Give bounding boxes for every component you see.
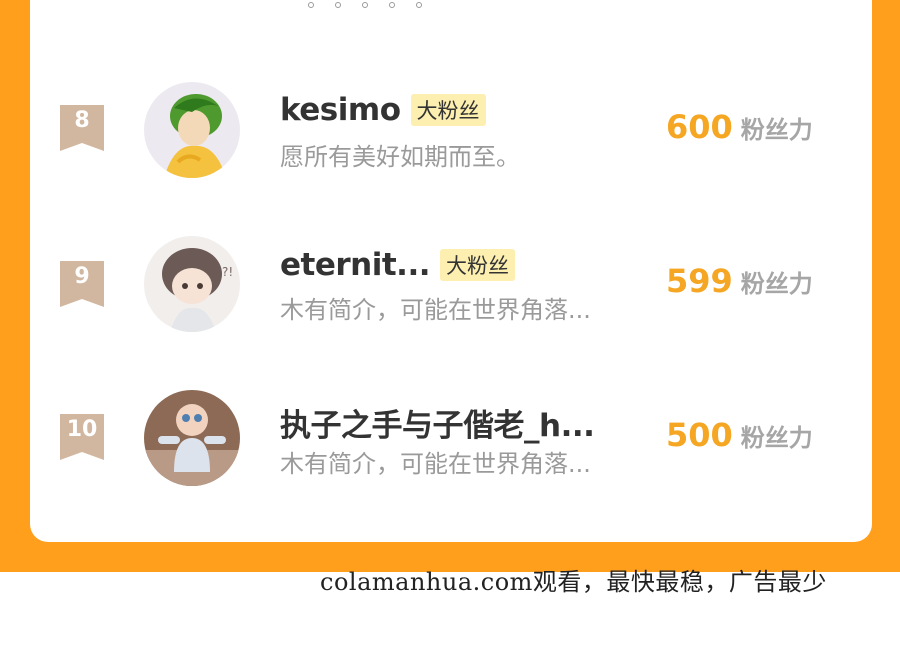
pager-dot[interactable] [416,2,422,8]
user-avatar[interactable]: ?! [144,236,240,332]
rank-ribbon-icon: 8 [60,105,104,151]
user-name[interactable]: eternit... [280,247,431,283]
fan-level-badge: 大粉丝 [410,94,486,126]
fan-power: 500 粉丝力 [666,416,813,454]
rank-number: 9 [74,264,90,289]
ranking-row[interactable]: 8 kesimo 大粉丝 愿所有美好如期而至。 600 粉丝力 [30,80,872,180]
user-name[interactable]: 执子之手与子偕老_h... [280,400,595,445]
rank-number: 8 [74,108,90,133]
pager-dots [308,2,422,8]
fan-power-value: 599 [666,262,733,300]
rank-ribbon-icon: 9 [60,261,104,307]
name-line: eternit... 大粉丝 [280,247,515,283]
fan-power-value: 600 [666,108,733,146]
fan-level-badge: 大粉丝 [440,249,515,281]
user-bio: 木有简介，可能在世界角落... [280,450,591,478]
user-name[interactable]: kesimo [280,92,401,128]
user-bio: 木有简介，可能在世界角落... [280,296,591,324]
user-avatar[interactable] [144,390,240,486]
rank-ribbon-icon: 10 [60,414,104,460]
pager-dot[interactable] [308,2,314,8]
name-line: 执子之手与子偕老_h... [280,400,595,445]
fan-power: 599 粉丝力 [666,262,813,300]
fan-power: 600 粉丝力 [666,108,813,146]
user-avatar[interactable] [144,82,240,178]
pager-dot[interactable] [335,2,341,8]
site-watermark: colamanhua.com观看，最快最稳，广告最少 [320,568,827,596]
ranking-row[interactable]: 9 ?! eternit... 大粉丝 木有简介，可能在世界角落... 599 … [30,234,872,334]
fan-power-label: 粉丝力 [740,270,813,298]
fan-power-value: 500 [666,416,733,454]
fan-power-label: 粉丝力 [740,424,813,452]
fan-power-label: 粉丝力 [740,116,813,144]
user-bio: 愿所有美好如期而至。 [280,143,520,171]
rank-number: 10 [66,417,98,442]
name-line: kesimo 大粉丝 [280,92,486,128]
ranking-card: 8 kesimo 大粉丝 愿所有美好如期而至。 600 粉丝力 9 ?! ete… [30,0,872,542]
pager-dot[interactable] [389,2,395,8]
svg-text:?!: ?! [222,265,233,279]
pager-dot[interactable] [362,2,368,8]
orange-frame: 8 kesimo 大粉丝 愿所有美好如期而至。 600 粉丝力 9 ?! ete… [0,0,900,572]
ranking-row[interactable]: 10 执子之手与子偕老_h... 木有简介，可能在世界角落... 500 粉丝力 [30,388,872,488]
